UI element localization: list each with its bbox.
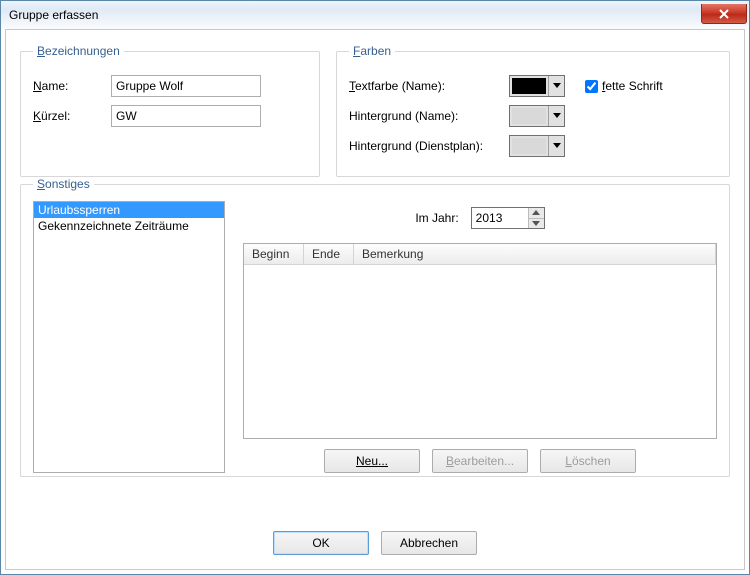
close-icon bbox=[718, 9, 730, 19]
col-beginn[interactable]: Beginn bbox=[244, 244, 304, 264]
hgname-dropdown[interactable] bbox=[509, 105, 565, 127]
close-button[interactable] bbox=[701, 4, 747, 24]
textfarbe-dropdown[interactable] bbox=[509, 75, 565, 97]
name-label: Name: bbox=[33, 79, 111, 93]
fette-schrift-label: fette Schrift bbox=[602, 79, 663, 93]
grid-header: Beginn Ende Bemerkung bbox=[244, 244, 716, 265]
ok-button[interactable]: OK bbox=[273, 531, 369, 555]
farben-group: Farben Textfarbe (Name): fette Schrift bbox=[336, 44, 730, 177]
col-bemerkung[interactable]: Bemerkung bbox=[354, 244, 716, 264]
grid-body bbox=[244, 265, 716, 438]
sonstiges-listbox[interactable]: Urlaubssperren Gekennzeichnete Zeiträume bbox=[33, 201, 225, 473]
chevron-down-icon bbox=[548, 136, 564, 156]
hgdienst-swatch bbox=[512, 138, 546, 154]
chevron-down-icon bbox=[532, 221, 540, 226]
sonstiges-legend: Sonstiges bbox=[33, 177, 94, 191]
hgdienst-dropdown[interactable] bbox=[509, 135, 565, 157]
bezeichnungen-group: Bezeichnungen Name: Kürzel: bbox=[20, 44, 320, 177]
neu-button[interactable]: Neu... bbox=[324, 449, 420, 473]
client-area: Bezeichnungen Name: Kürzel: Farben Textf… bbox=[5, 29, 745, 570]
hgdienst-label: Hintergrund (Dienstplan): bbox=[349, 139, 509, 153]
imjahr-label: Im Jahr: bbox=[415, 211, 458, 225]
chevron-down-icon bbox=[548, 76, 564, 96]
bearbeiten-button[interactable]: Bearbeiten... bbox=[432, 449, 528, 473]
bezeichnungen-legend: Bezeichnungen bbox=[33, 44, 124, 58]
spin-down-button[interactable] bbox=[529, 218, 544, 229]
window-title: Gruppe erfassen bbox=[9, 8, 701, 22]
hgname-swatch bbox=[512, 108, 546, 124]
textfarbe-swatch bbox=[512, 78, 546, 94]
title-bar: Gruppe erfassen bbox=[1, 1, 749, 29]
name-input[interactable] bbox=[111, 75, 261, 97]
list-item[interactable]: Urlaubssperren bbox=[34, 202, 224, 218]
sonstiges-group: Sonstiges Urlaubssperren Gekennzeichnete… bbox=[20, 177, 730, 477]
farben-legend: Farben bbox=[349, 44, 395, 58]
chevron-up-icon bbox=[532, 210, 540, 215]
year-spinner[interactable] bbox=[471, 207, 545, 229]
zeitraum-grid[interactable]: Beginn Ende Bemerkung bbox=[243, 243, 717, 439]
hgname-label: Hintergrund (Name): bbox=[349, 109, 509, 123]
list-item[interactable]: Gekennzeichnete Zeiträume bbox=[34, 218, 224, 234]
fette-schrift-checkbox[interactable]: fette Schrift bbox=[585, 79, 663, 93]
loeschen-button[interactable]: Löschen bbox=[540, 449, 636, 473]
spin-up-button[interactable] bbox=[529, 208, 544, 218]
dialog-window: Gruppe erfassen Bezeichnungen Name: Kürz… bbox=[0, 0, 750, 575]
chevron-down-icon bbox=[548, 106, 564, 126]
textfarbe-label: Textfarbe (Name): bbox=[349, 79, 509, 93]
abbrechen-button[interactable]: Abbrechen bbox=[381, 531, 477, 555]
col-ende[interactable]: Ende bbox=[304, 244, 354, 264]
year-input[interactable] bbox=[472, 208, 528, 228]
kuerzel-label: Kürzel: bbox=[33, 109, 111, 123]
kuerzel-input[interactable] bbox=[111, 105, 261, 127]
